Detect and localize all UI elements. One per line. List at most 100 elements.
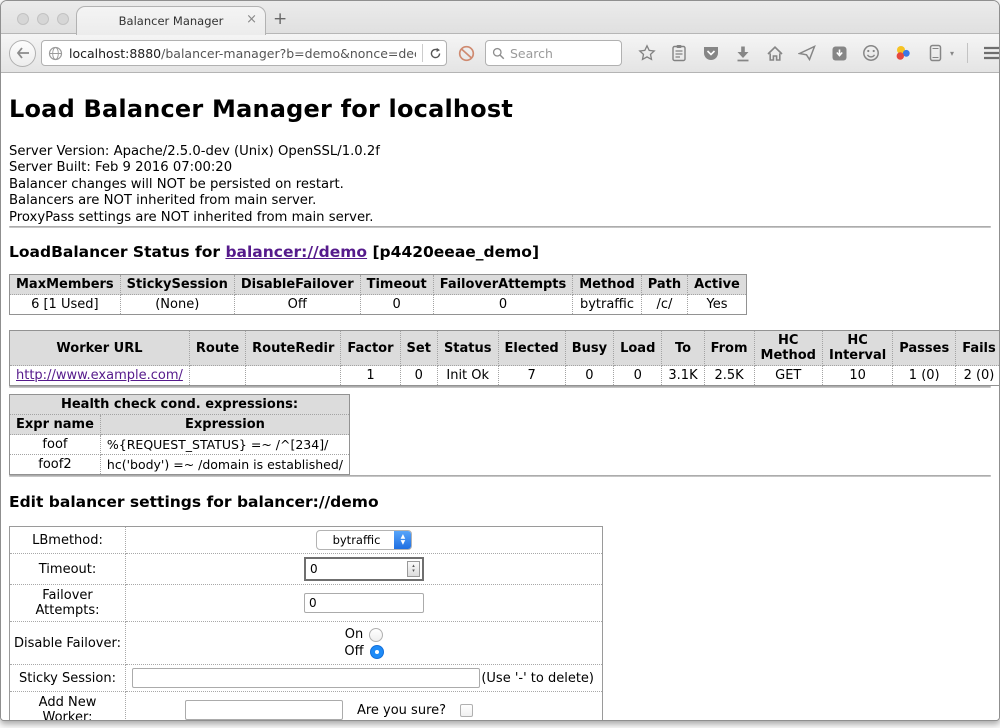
send-tab-button[interactable] <box>796 42 818 64</box>
new-tab-button[interactable]: + <box>273 9 287 29</box>
health-row-foof: foof %{REQUEST_STATUS} =~ /^[234]/ <box>10 435 350 455</box>
disable-failover-on-radio[interactable] <box>369 628 383 642</box>
search-placeholder: Search <box>510 46 553 61</box>
table-header-cell: To <box>662 331 704 366</box>
worker-data-row: http://www.example.com/ 10Init Ok7003.1K… <box>10 366 1000 386</box>
expr-name: foof <box>10 435 101 455</box>
table-header-cell: Method <box>573 275 641 295</box>
number-spinner-icon[interactable]: ▴▾ <box>407 561 420 577</box>
color-theme-button[interactable] <box>892 42 914 64</box>
panel-download-icon <box>831 45 848 62</box>
bookmark-star-button[interactable] <box>636 42 658 64</box>
table-header-cell: Path <box>641 275 687 295</box>
radio-off-label: Off <box>344 644 363 659</box>
table-header-cell: Elected <box>498 331 565 366</box>
home-button[interactable] <box>764 42 786 64</box>
add-worker-input[interactable] <box>185 700 343 720</box>
server-info: Server Version: Apache/2.5.0-dev (Unix) … <box>9 144 991 226</box>
server-version-line: Server Version: Apache/2.5.0-dev (Unix) … <box>9 144 991 160</box>
timeout-input[interactable] <box>308 561 407 577</box>
chevron-down-icon[interactable]: ▾ <box>950 49 954 58</box>
close-window-button[interactable] <box>17 13 29 25</box>
table-header-cell: Factor <box>341 331 400 366</box>
table-cell: 0 <box>433 295 573 315</box>
star-icon <box>638 44 656 62</box>
add-worker-label: Add New Worker: <box>10 692 126 721</box>
zoom-window-button[interactable] <box>57 13 69 25</box>
color-dots-icon <box>894 44 912 62</box>
table-cell: 3.1K <box>662 366 704 386</box>
loadbalancer-status-heading: LoadBalancer Status for balancer://demo … <box>9 243 991 261</box>
section-divider <box>9 386 991 388</box>
back-button[interactable] <box>9 40 36 67</box>
url-bar[interactable]: localhost:8880/balancer-manager?b=demo&n… <box>41 40 447 66</box>
table-cell: 7 <box>498 366 565 386</box>
table-cell: Init Ok <box>437 366 498 386</box>
confirm-checkbox[interactable] <box>460 704 473 717</box>
emoji-button[interactable] <box>860 42 882 64</box>
search-bar[interactable]: Search <box>485 40 622 66</box>
page-title: Load Balancer Manager for localhost <box>9 95 991 123</box>
table-cell <box>189 366 245 386</box>
tab-close-icon[interactable]: × <box>246 13 257 27</box>
tab-balancer-manager[interactable]: Balancer Manager × <box>76 6 266 35</box>
timeout-label: Timeout: <box>10 554 126 585</box>
table-header-cell: FailoverAttempts <box>433 275 573 295</box>
worker-header-row: Worker URLRouteRouteRedirFactorSetStatus… <box>10 331 1000 366</box>
table-header-cell: Load <box>614 331 662 366</box>
panel-download-button[interactable] <box>828 42 850 64</box>
table-cell: 2 (0) <box>956 366 999 386</box>
table-cell: 0 <box>360 295 433 315</box>
table-cell: 0 <box>400 366 437 386</box>
tab-title: Balancer Manager <box>119 14 224 28</box>
reload-icon[interactable] <box>429 47 442 60</box>
table-cell: 1 <box>341 366 400 386</box>
minimize-window-button[interactable] <box>37 13 49 25</box>
disable-failover-label: Disable Failover: <box>10 622 126 665</box>
lbmethod-row: LBmethod: bytraffic ▲▼ <box>10 527 603 554</box>
select-stepper-icon: ▲▼ <box>394 530 411 550</box>
section-divider <box>9 475 991 477</box>
table-header-cell: Passes <box>893 331 956 366</box>
edit-settings-heading: Edit balancer settings for balancer://de… <box>9 493 991 511</box>
disable-failover-off-radio[interactable] <box>370 645 384 659</box>
lbmethod-select[interactable]: bytraffic ▲▼ <box>316 530 413 550</box>
table-cell: Yes <box>688 295 747 315</box>
menu-button[interactable] <box>981 42 1000 64</box>
device-sync-button[interactable] <box>924 42 946 64</box>
downloads-button[interactable] <box>732 42 754 64</box>
url-text[interactable]: localhost:8880/balancer-manager?b=demo&n… <box>69 46 416 61</box>
table-header-cell: Route <box>189 331 245 366</box>
expr-name-header: Expr name <box>10 415 101 435</box>
reading-list-button[interactable] <box>668 42 690 64</box>
table-cell: Off <box>234 295 360 315</box>
table-header-cell: Fails <box>956 331 999 366</box>
timeout-row: Timeout: ▴▾ <box>10 554 603 585</box>
table-header-cell: RouteRedir <box>246 331 341 366</box>
sticky-session-hint: (Use '-' to delete) <box>481 671 596 686</box>
table-header-cell: Timeout <box>360 275 433 295</box>
worker-url-link[interactable]: http://www.example.com/ <box>16 368 183 383</box>
toolbar-divider <box>967 43 968 63</box>
device-icon <box>929 44 942 62</box>
window-controls[interactable] <box>17 13 69 25</box>
add-worker-row: Add New Worker: Are you sure? <box>10 692 603 721</box>
failover-attempts-label: Failover Attempts: <box>10 585 126 622</box>
expression-header: Expression <box>100 415 349 435</box>
sticky-session-input[interactable] <box>132 668 480 688</box>
balancer-demo-link[interactable]: balancer://demo <box>225 243 367 261</box>
balancer-header-row: MaxMembersStickySessionDisableFailoverTi… <box>10 275 747 295</box>
lbmethod-label: LBmethod: <box>10 527 126 554</box>
pocket-button[interactable] <box>700 42 722 64</box>
table-header-cell: DisableFailover <box>234 275 360 295</box>
table-cell: 1 (0) <box>893 366 956 386</box>
download-icon <box>735 45 751 62</box>
table-header-cell: HC Method <box>754 331 822 366</box>
failover-attempts-input[interactable] <box>304 593 424 613</box>
tab-strip: Balancer Manager × + <box>1 1 999 34</box>
table-header-cell: Status <box>437 331 498 366</box>
table-header-cell: Busy <box>565 331 613 366</box>
content-blocker-button[interactable] <box>455 42 477 64</box>
hamburger-menu-icon <box>983 46 1000 60</box>
table-cell <box>246 366 341 386</box>
